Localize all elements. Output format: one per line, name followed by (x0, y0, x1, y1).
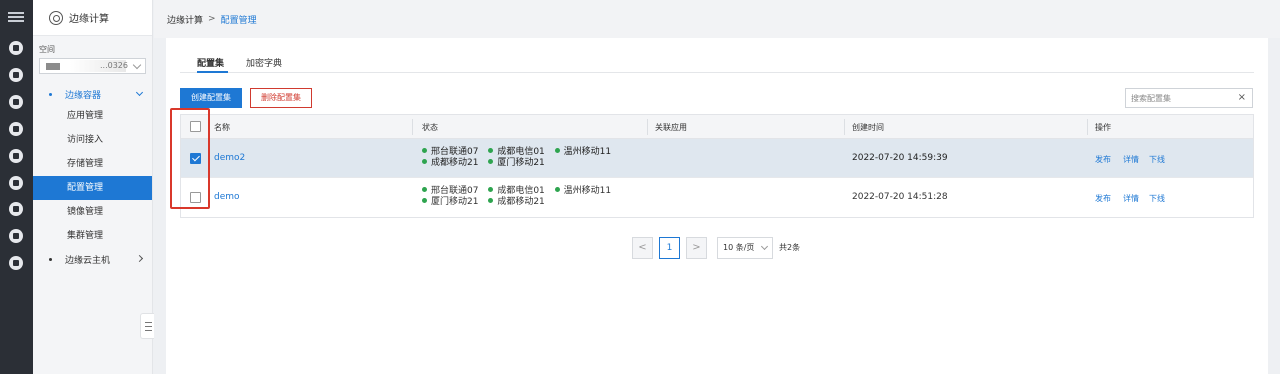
details-link[interactable]: 详情 (1123, 154, 1139, 165)
tab-bar: 配置集 加密字典 (180, 38, 1254, 73)
page-1-button[interactable]: 1 (659, 237, 680, 259)
table-row[interactable]: demo2 邢台联通07 成都电信01 温州移动11 成都移动21 厦门移动21… (181, 139, 1253, 178)
breadcrumb-separator: > (208, 14, 216, 24)
sidebar-group-edge-container[interactable]: 边缘容器 (33, 84, 152, 104)
sidebar-collapse-handle[interactable] (140, 313, 154, 339)
space-label: 空间 (39, 45, 55, 54)
config-name-link[interactable]: demo (214, 192, 240, 202)
sidebar-item-cluster-management[interactable]: 集群管理 (33, 224, 152, 248)
sidebar-item-storage[interactable]: 存储管理 (33, 152, 152, 176)
menu-icon[interactable] (8, 10, 24, 24)
online-status-dot-icon (422, 159, 427, 164)
page-size-select[interactable]: 10 条/页 (717, 237, 773, 259)
tab-config-set[interactable]: 配置集 (197, 56, 224, 69)
header-created-time: 创建时间 (852, 123, 884, 132)
rail-upload-icon[interactable] (9, 202, 23, 216)
rail-product-icon[interactable] (9, 41, 23, 55)
sidebar-item-app-management[interactable]: 应用管理 (33, 104, 152, 128)
chevron-down-icon (760, 242, 769, 251)
publish-link[interactable]: 发布 (1095, 154, 1111, 165)
online-status-dot-icon (488, 187, 494, 192)
table-row[interactable]: demo 邢台联通07 成都电信01 温州移动11 厦门移动21 成都移动21 … (181, 178, 1253, 217)
node-status: 邢台联通07 (431, 186, 479, 196)
status-cell: 邢台联通07 成都电信01 温州移动11 成都移动21 厦门移动21 (422, 147, 652, 169)
icon-rail (0, 0, 33, 374)
node-status: 温州移动11 (563, 147, 612, 157)
next-page-button[interactable]: > (686, 237, 707, 259)
active-tab-indicator (197, 71, 228, 73)
sidebar-item-config-management[interactable]: 配置管理 (33, 176, 152, 200)
online-status-dot-icon (422, 148, 427, 153)
online-status-dot-icon (488, 198, 494, 203)
online-status-dot-icon (422, 187, 427, 192)
node-status: 成都电信01 (497, 186, 545, 196)
tab-secret-dict[interactable]: 加密字典 (246, 56, 282, 69)
online-status-dot-icon (422, 198, 427, 203)
edge-compute-logo-icon (49, 10, 63, 25)
create-config-set-button[interactable]: 创建配置集 (180, 88, 242, 108)
status-cell: 邢台联通07 成都电信01 温州移动11 厦门移动21 成都移动21 (422, 186, 652, 208)
page-size-value: 10 条/页 (723, 243, 755, 252)
header-linked-app: 关联应用 (655, 123, 687, 132)
header-actions: 操作 (1095, 123, 1111, 132)
created-time: 2022-07-20 14:51:28 (852, 192, 948, 202)
breadcrumb-current: 配置管理 (220, 15, 257, 26)
breadcrumb: 边缘计算 > 配置管理 (154, 0, 1280, 38)
sidebar-group-label: 边缘容器 (65, 90, 102, 101)
breadcrumb-root[interactable]: 边缘计算 (167, 13, 203, 26)
table-header: 名称 状态 关联应用 创建时间 操作 (181, 115, 1253, 139)
chevron-down-icon (132, 60, 142, 70)
space-select[interactable]: ...0326 (39, 58, 146, 74)
node-status: 邢台联通07 (431, 147, 479, 157)
config-set-table: 名称 状态 关联应用 创建时间 操作 demo2 邢台联通07 成都电信01 温… (180, 114, 1254, 218)
rail-mail-icon[interactable] (9, 229, 23, 243)
sidebar-title: 边缘计算 (69, 14, 109, 25)
online-status-dot-icon (554, 187, 560, 192)
prev-page-button[interactable]: < (632, 237, 653, 259)
space-redaction (46, 63, 60, 70)
node-status: 成都移动21 (497, 197, 545, 207)
delete-config-set-button[interactable]: 删除配置集 (250, 88, 312, 108)
online-status-dot-icon (488, 148, 494, 153)
sidebar-group-edge-host[interactable]: 边缘云主机 (33, 248, 152, 270)
offline-link[interactable]: 下线 (1149, 154, 1165, 165)
rail-database-icon[interactable] (9, 149, 23, 163)
config-name-link[interactable]: demo2 (214, 153, 245, 163)
created-time: 2022-07-20 14:59:39 (852, 153, 948, 163)
search-input[interactable] (1126, 89, 1232, 107)
node-status: 厦门移动21 (431, 197, 479, 207)
bullet-icon (49, 257, 52, 261)
chevron-down-icon (135, 88, 144, 97)
rail-robot-icon[interactable] (9, 68, 23, 82)
sidebar-header: 边缘计算 (33, 0, 152, 36)
rail-network-icon[interactable] (9, 95, 23, 109)
node-status: 温州移动11 (563, 186, 612, 196)
clear-icon[interactable]: × (1238, 92, 1246, 103)
search-box: × (1125, 88, 1253, 108)
rail-server-icon[interactable] (9, 256, 23, 270)
sidebar-item-image-management[interactable]: 镜像管理 (33, 200, 152, 224)
header-name: 名称 (214, 123, 230, 132)
sidebar-item-access[interactable]: 访问接入 (33, 128, 152, 152)
details-link[interactable]: 详情 (1123, 193, 1139, 204)
rail-cloud-icon[interactable] (9, 122, 23, 136)
sidebar-group-label: 边缘云主机 (65, 255, 111, 266)
highlight-annotation-box (170, 108, 210, 209)
node-status: 厦门移动21 (497, 158, 545, 168)
rail-storage-icon[interactable] (9, 176, 23, 190)
online-status-dot-icon (554, 148, 560, 153)
space-value: ...0326 (100, 61, 128, 70)
header-status: 状态 (422, 123, 438, 132)
bullet-icon (49, 92, 52, 96)
sidebar: 边缘计算 空间 ...0326 边缘容器 应用管理 访问接入 存储管理 配置管理… (33, 0, 153, 374)
offline-link[interactable]: 下线 (1149, 193, 1165, 204)
main-card: 配置集 加密字典 创建配置集 删除配置集 × 名称 状态 关联应用 创建时间 操… (166, 38, 1268, 374)
chevron-right-icon (135, 254, 144, 263)
online-status-dot-icon (488, 159, 494, 164)
node-status: 成都移动21 (431, 158, 479, 168)
total-count: 共2条 (779, 243, 801, 252)
node-status: 成都电信01 (497, 147, 545, 157)
publish-link[interactable]: 发布 (1095, 193, 1111, 204)
